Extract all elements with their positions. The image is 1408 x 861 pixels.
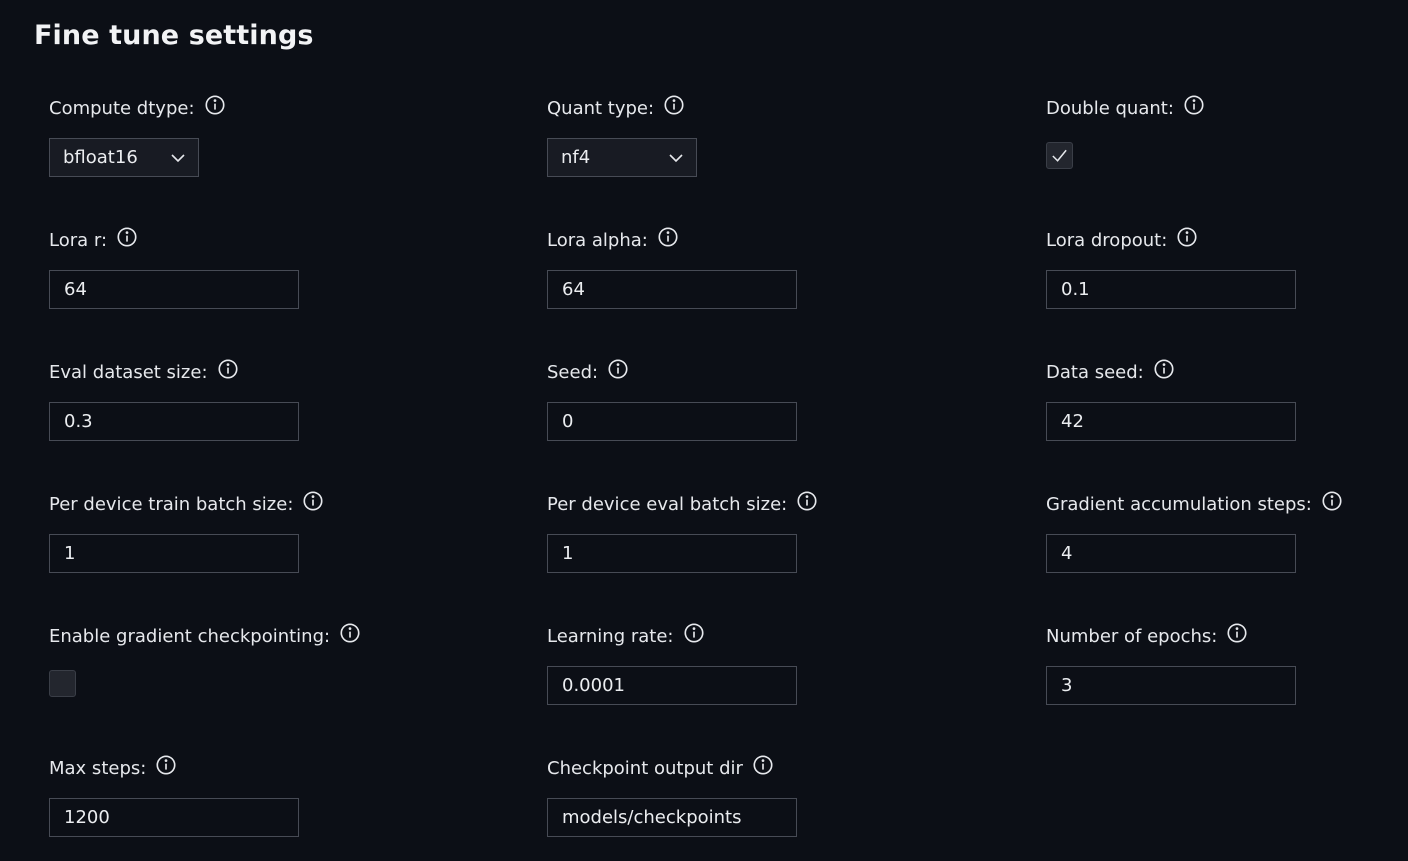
data-seed-label: Data seed: — [1046, 362, 1144, 383]
eval-dataset-size-input[interactable] — [49, 402, 299, 441]
max-steps-input[interactable] — [49, 798, 299, 837]
max-steps-field: Max steps: — [49, 752, 547, 861]
lora-alpha-label: Lora alpha: — [547, 230, 648, 251]
fine-tune-settings-page: Fine tune settings Compute dtype: bfloat… — [0, 0, 1408, 861]
eval-dataset-size-field: Eval dataset size: — [49, 356, 547, 488]
lora-r-label: Lora r: — [49, 230, 108, 251]
info-icon[interactable] — [302, 490, 324, 512]
info-icon[interactable] — [217, 358, 239, 380]
gradient-accumulation-steps-label: Gradient accumulation steps: — [1046, 494, 1312, 515]
double-quant-field: Double quant: — [1046, 92, 1366, 224]
info-icon[interactable] — [1226, 622, 1248, 644]
page-title: Fine tune settings — [34, 20, 314, 51]
lora-alpha-field: Lora alpha: — [547, 224, 1046, 356]
checkpoint-output-dir-field: Checkpoint output dir — [547, 752, 1046, 861]
gradient-accumulation-steps-field: Gradient accumulation steps: — [1046, 488, 1366, 620]
info-icon[interactable] — [1153, 358, 1175, 380]
lora-dropout-field: Lora dropout: — [1046, 224, 1366, 356]
learning-rate-label: Learning rate: — [547, 626, 674, 647]
compute-dtype-value: bfloat16 — [63, 147, 138, 168]
quant-type-label: Quant type: — [547, 98, 655, 119]
number-of-epochs-label: Number of epochs: — [1046, 626, 1218, 647]
checkpoint-output-dir-label: Checkpoint output dir — [547, 758, 743, 779]
checkmark-icon — [1052, 149, 1067, 162]
quant-type-value: nf4 — [561, 147, 591, 168]
info-icon[interactable] — [204, 94, 226, 116]
chevron-down-icon — [669, 153, 683, 162]
enable-gradient-checkpointing-label: Enable gradient checkpointing: — [49, 626, 331, 647]
per-device-train-batch-size-label: Per device train batch size: — [49, 494, 294, 515]
seed-label: Seed: — [547, 362, 599, 383]
lora-dropout-label: Lora dropout: — [1046, 230, 1168, 251]
per-device-eval-batch-size-field: Per device eval batch size: — [547, 488, 1046, 620]
compute-dtype-label: Compute dtype: — [49, 98, 195, 119]
eval-dataset-size-label: Eval dataset size: — [49, 362, 208, 383]
per-device-train-batch-size-field: Per device train batch size: — [49, 488, 547, 620]
lora-dropout-input[interactable] — [1046, 270, 1296, 309]
double-quant-label: Double quant: — [1046, 98, 1174, 119]
quant-type-select[interactable]: nf4 — [547, 138, 697, 177]
info-icon[interactable] — [607, 358, 629, 380]
max-steps-label: Max steps: — [49, 758, 147, 779]
seed-field: Seed: — [547, 356, 1046, 488]
info-icon[interactable] — [752, 754, 774, 776]
info-icon[interactable] — [1176, 226, 1198, 248]
double-quant-checkbox[interactable] — [1046, 142, 1073, 169]
info-icon[interactable] — [663, 94, 685, 116]
number-of-epochs-input[interactable] — [1046, 666, 1296, 705]
lora-r-input[interactable] — [49, 270, 299, 309]
learning-rate-field: Learning rate: — [547, 620, 1046, 752]
per-device-eval-batch-size-label: Per device eval batch size: — [547, 494, 788, 515]
compute-dtype-field: Compute dtype: bfloat16 — [49, 92, 547, 224]
info-icon[interactable] — [796, 490, 818, 512]
info-icon[interactable] — [1321, 490, 1343, 512]
info-icon[interactable] — [116, 226, 138, 248]
enable-gradient-checkpointing-field: Enable gradient checkpointing: — [49, 620, 547, 752]
info-icon[interactable] — [1183, 94, 1205, 116]
settings-grid: Compute dtype: bfloat16 Quant type: nf4 — [49, 92, 1366, 861]
quant-type-field: Quant type: nf4 — [547, 92, 1046, 224]
seed-input[interactable] — [547, 402, 797, 441]
info-icon[interactable] — [155, 754, 177, 776]
learning-rate-input[interactable] — [547, 666, 797, 705]
per-device-eval-batch-size-input[interactable] — [547, 534, 797, 573]
chevron-down-icon — [171, 153, 185, 162]
gradient-accumulation-steps-input[interactable] — [1046, 534, 1296, 573]
info-icon[interactable] — [657, 226, 679, 248]
lora-r-field: Lora r: — [49, 224, 547, 356]
checkpoint-output-dir-input[interactable] — [547, 798, 797, 837]
data-seed-field: Data seed: — [1046, 356, 1366, 488]
info-icon[interactable] — [339, 622, 361, 644]
per-device-train-batch-size-input[interactable] — [49, 534, 299, 573]
info-icon[interactable] — [683, 622, 705, 644]
number-of-epochs-field: Number of epochs: — [1046, 620, 1366, 752]
compute-dtype-select[interactable]: bfloat16 — [49, 138, 199, 177]
enable-gradient-checkpointing-checkbox[interactable] — [49, 670, 76, 697]
data-seed-input[interactable] — [1046, 402, 1296, 441]
lora-alpha-input[interactable] — [547, 270, 797, 309]
